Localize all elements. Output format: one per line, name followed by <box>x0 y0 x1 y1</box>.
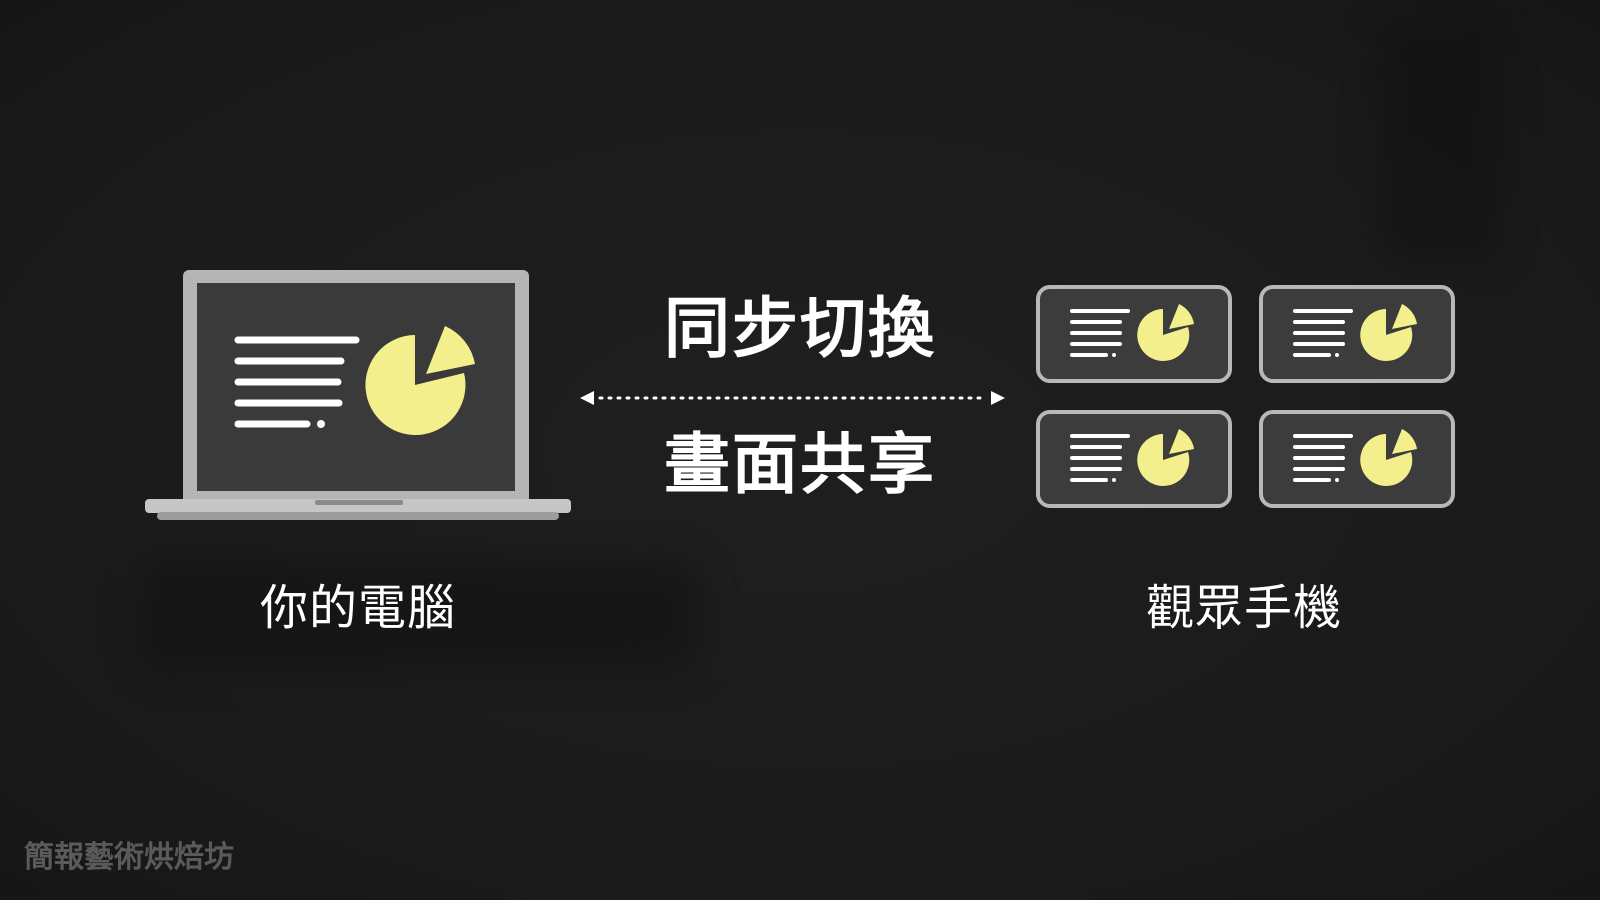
audience-phone-caption: 觀眾手機 <box>1145 580 1342 636</box>
phone-icon <box>1259 285 1455 383</box>
double-arrow-icon <box>580 388 1005 408</box>
watermark: 簡報藝術烘焙坊 <box>24 840 234 875</box>
phone-icon <box>1259 410 1455 508</box>
slide: 同步切換 畫面共享 你的電腦 觀眾手機 簡報藝術烘焙坊 <box>0 0 1600 900</box>
phone-grid <box>1036 285 1458 510</box>
blurred-background-shape <box>1380 20 1500 260</box>
sync-switch-label: 同步切換 <box>664 290 936 367</box>
phone-icon <box>1036 410 1232 508</box>
phone-icon <box>1036 285 1232 383</box>
your-computer-caption: 你的電腦 <box>259 580 456 636</box>
screen-share-label: 畫面共享 <box>664 426 936 503</box>
laptop-icon <box>145 268 571 530</box>
